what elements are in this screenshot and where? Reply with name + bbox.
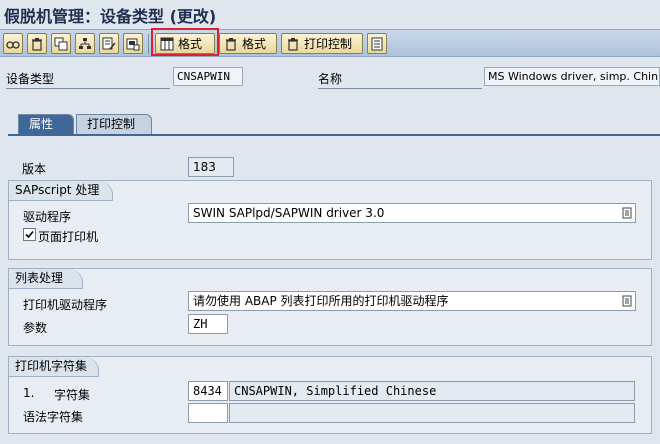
delete-print-control-button[interactable]: 打印控制: [281, 33, 363, 54]
list-processing-group: 列表处理 打印机驱动程序 请勿使用 ABAP 列表打印所用的打印机驱动程序 参数…: [8, 268, 652, 346]
attributes-panel: 版本 183 SAPscript 处理 驱动程序 SWIN SAPlpd/SAP…: [8, 134, 660, 444]
trash-icon: [226, 37, 236, 51]
param-label: 参数: [23, 321, 48, 335]
trash-icon: [288, 37, 298, 51]
driver-value: SWIN SAPlpd/SAPWIN driver 3.0: [193, 206, 385, 220]
window-title: 假脱机管理：设备类型 (更改): [4, 7, 217, 26]
checkmark-icon: [25, 230, 34, 239]
edit-list-icon: [102, 37, 116, 49]
charset-row-number: 1.: [23, 386, 35, 400]
print-control-button-label: 打印控制: [304, 37, 353, 51]
tab-print-control[interactable]: 打印控制: [76, 114, 152, 134]
copy-button[interactable]: [51, 33, 71, 54]
display-change-button[interactable]: [3, 33, 23, 54]
value-help-icon[interactable]: [622, 207, 632, 219]
hierarchy-icon: [79, 37, 91, 49]
charset-label: 字符集: [54, 388, 91, 402]
print-preview-icon: [126, 38, 140, 50]
printer-driver-value: 请勿使用 ABAP 列表打印所用的打印机驱动程序: [193, 294, 449, 308]
table-grid-icon: [160, 37, 174, 50]
name-value[interactable]: MS Windows driver, simp. Chin.: [484, 67, 660, 86]
charset-group: 打印机字符集 1. 字符集 8434 CNSAPWIN, Simplified …: [8, 356, 652, 434]
param-field[interactable]: ZH: [188, 314, 228, 334]
delete-format-button-label: 格式: [242, 37, 267, 51]
application-toolbar: 格式 格式 打印控制: [0, 29, 660, 57]
driver-label: 驱动程序: [23, 210, 72, 224]
delete-format-button[interactable]: 格式: [219, 33, 277, 54]
title-bar: 假脱机管理：设备类型 (更改): [0, 0, 660, 28]
sapscript-group: SAPscript 处理 驱动程序 SWIN SAPlpd/SAPWIN dri…: [8, 180, 652, 260]
document-list-icon: [371, 37, 383, 50]
version-field[interactable]: 183: [188, 157, 234, 177]
printer-driver-label: 打印机驱动程序: [23, 298, 108, 312]
delete-button[interactable]: [27, 33, 47, 54]
name-label: 名称: [318, 70, 482, 89]
sapscript-group-title: SAPscript 处理: [9, 181, 113, 201]
syntax-charset-code-field[interactable]: [188, 403, 228, 423]
format-button[interactable]: 格式: [155, 33, 215, 54]
print-preview-button[interactable]: [123, 33, 143, 54]
toolbar-separator: [148, 34, 149, 54]
copy-icon: [54, 37, 68, 50]
printer-driver-field[interactable]: 请勿使用 ABAP 列表打印所用的打印机驱动程序: [188, 291, 636, 311]
syntax-charset-description: [229, 403, 635, 423]
tab-attributes[interactable]: 属性: [18, 114, 74, 134]
driver-field[interactable]: SWIN SAPlpd/SAPWIN driver 3.0: [188, 203, 636, 223]
edit-list-button[interactable]: [99, 33, 119, 54]
format-button-label: 格式: [178, 37, 203, 51]
charset-code-field[interactable]: 8434: [188, 381, 228, 401]
page-printer-checkbox[interactable]: [23, 228, 36, 241]
glasses-pencil-icon: [6, 40, 20, 49]
page-printer-label: 页面打印机: [38, 230, 99, 244]
charset-group-title: 打印机字符集: [9, 357, 99, 377]
device-type-value[interactable]: CNSAPWIN: [173, 67, 243, 86]
device-type-label: 设备类型: [6, 70, 170, 89]
trash-icon: [32, 37, 42, 51]
hierarchy-button[interactable]: [75, 33, 95, 54]
syntax-charset-label: 语法字符集: [23, 410, 84, 424]
value-help-icon[interactable]: [622, 295, 632, 307]
charset-description: CNSAPWIN, Simplified Chinese: [229, 381, 635, 401]
document-list-button[interactable]: [367, 33, 387, 54]
list-processing-group-title: 列表处理: [9, 269, 83, 289]
version-label: 版本: [22, 162, 47, 176]
